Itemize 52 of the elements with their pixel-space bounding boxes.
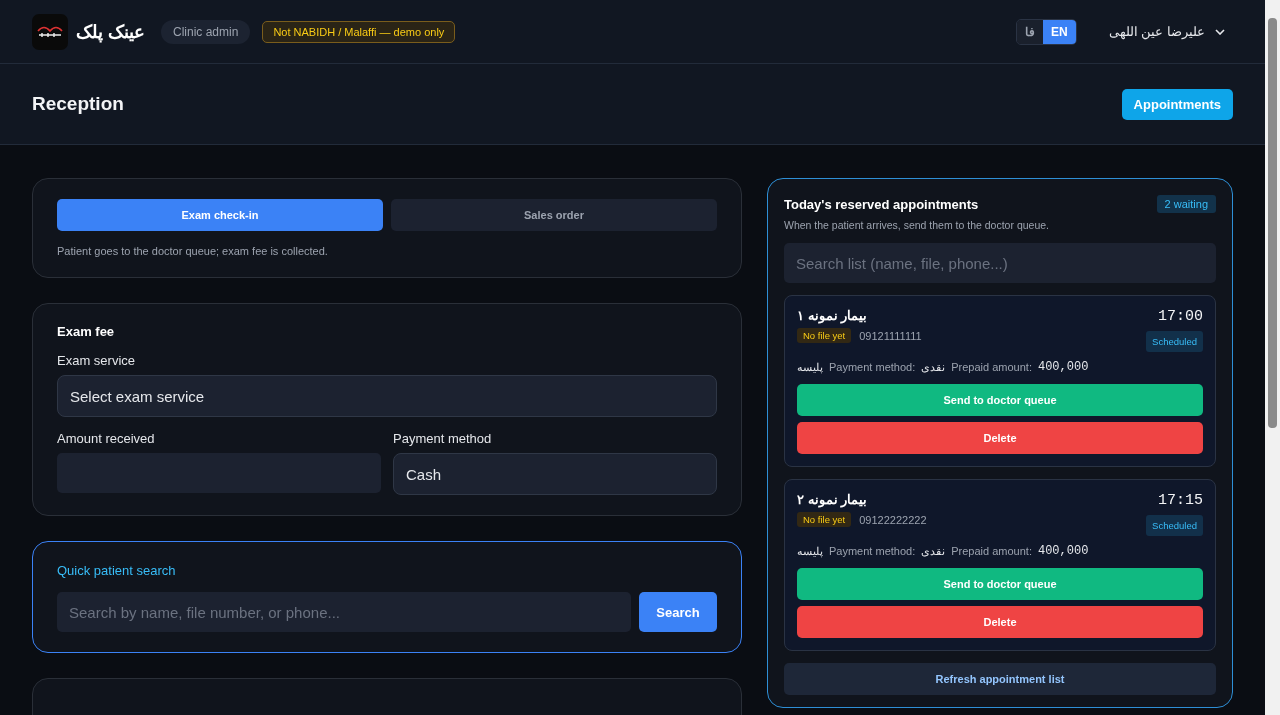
send-button[interactable]: Send to doctor queue xyxy=(797,384,1203,416)
status-badge: Scheduled xyxy=(1146,515,1203,536)
appointments-button[interactable]: Appointments xyxy=(1121,88,1233,120)
card-title: Quick patient search xyxy=(57,563,177,578)
insurance-text: پلیسه xyxy=(797,360,823,374)
user-menu[interactable]: علیرضا عین اللهی xyxy=(1100,18,1233,45)
role-badge: Clinic admin xyxy=(161,19,251,44)
phone-number: 09122222222 xyxy=(859,513,927,526)
patient-name: بیمار نمونه ۲ xyxy=(797,492,869,507)
field-label: Payment method xyxy=(393,431,493,446)
card-title: Exam fee xyxy=(57,324,116,339)
prepaid-label: Prepaid amount: xyxy=(951,361,1032,373)
field-label: Amount received xyxy=(57,431,156,446)
chevron-icon xyxy=(1215,28,1225,35)
mode-hint: Patient goes to the doctor queue; exam fee is collected. xyxy=(57,245,329,257)
waiting-badge: 2 waiting xyxy=(1156,195,1216,213)
notice-badge: Not NABIDH / Malaffi — demo only xyxy=(262,20,456,43)
logo-icon xyxy=(32,13,68,50)
service-select[interactable]: Select exam service xyxy=(57,375,717,417)
payment-method-select[interactable]: Cash xyxy=(393,453,717,495)
appointment-time: 17:00 xyxy=(1158,308,1203,325)
prepaid-amount: 400,000 xyxy=(1037,544,1089,558)
delete-button[interactable]: Delete xyxy=(797,606,1203,638)
payment-method-value: نقدی xyxy=(921,544,946,558)
patient-name: بیمار نمونه ۱ xyxy=(797,308,869,323)
scrollbar[interactable] xyxy=(1265,0,1280,715)
field-label: Exam service xyxy=(57,353,137,368)
send-button[interactable]: Send to doctor queue xyxy=(797,568,1203,600)
delete-button[interactable]: Delete xyxy=(797,422,1203,454)
prepaid-amount: 400,000 xyxy=(1037,360,1089,374)
list-search-field[interactable]: Search list (name, file, phone...) xyxy=(784,243,1216,283)
brand-name: عینک پلک xyxy=(76,20,145,43)
panel-title: Today's reserved appointments xyxy=(784,196,979,212)
payment-method-label: Payment method: xyxy=(829,361,916,373)
search-button[interactable]: Search xyxy=(639,592,717,632)
phone-number: 09121111111 xyxy=(859,329,922,342)
mode-tab[interactable]: Exam check-in xyxy=(57,199,383,231)
appointment-time: 17:15 xyxy=(1158,492,1203,509)
file-tag: No file yet xyxy=(797,328,852,343)
refresh-button[interactable]: Refresh appointment list xyxy=(784,663,1216,695)
prepaid-label: Prepaid amount: xyxy=(951,545,1032,557)
page-title: Reception xyxy=(32,93,124,115)
payment-method-label: Payment method: xyxy=(829,545,916,557)
search-field[interactable]: Search by name, file number, or phone... xyxy=(57,592,631,632)
language-toggle[interactable]: فا xyxy=(1017,19,1044,44)
payment-method-value: نقدی xyxy=(921,360,946,374)
panel-subtitle: When the patient arrives, send them to the doctor queue. xyxy=(784,219,1050,231)
mode-tab[interactable]: Sales order xyxy=(391,199,717,231)
insurance-text: پلیسه xyxy=(797,544,823,558)
language-toggle[interactable]: EN xyxy=(1043,19,1076,44)
status-badge: Scheduled xyxy=(1146,331,1203,352)
file-tag: No file yet xyxy=(797,512,852,527)
